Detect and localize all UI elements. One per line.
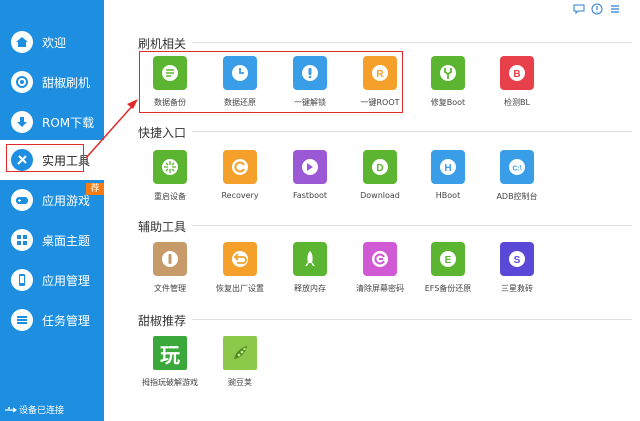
sidebar-item-flash[interactable]: 甜椒刷机 xyxy=(0,62,104,102)
svg-text:S: S xyxy=(514,255,521,266)
sidebar-item-rom-download[interactable]: ROM下载 xyxy=(0,102,104,142)
list-icon xyxy=(11,309,33,331)
divider xyxy=(192,42,632,43)
sidebar-item-label: 甜椒刷机 xyxy=(42,75,91,90)
rocket-icon xyxy=(293,242,327,276)
tool-label: ADB控制台 xyxy=(496,192,538,201)
tool-label: 豌豆荚 xyxy=(228,378,252,387)
tool-download-mode[interactable]: D Download xyxy=(345,150,415,210)
grid-icon xyxy=(11,229,33,251)
gamepad-icon xyxy=(11,189,33,211)
sidebar: 欢迎 甜椒刷机 ROM下载 实用工具 应用游戏 桌面主题 应用管理 任务管理 设… xyxy=(0,0,104,421)
divider xyxy=(192,319,632,320)
menu-icon[interactable] xyxy=(608,2,622,16)
usb-icon xyxy=(5,406,17,412)
svg-text:B: B xyxy=(513,69,520,80)
clear-password-icon xyxy=(363,242,397,276)
tool-label: 三星救砖 xyxy=(501,284,533,293)
bl-icon: B xyxy=(500,56,534,90)
section-title-shortcuts: 快捷入口 xyxy=(138,126,187,140)
annotation-frame-tools xyxy=(6,144,84,172)
pea-icon xyxy=(223,336,257,370)
annotation-highlight-box xyxy=(139,51,403,113)
wrench-icon xyxy=(431,56,465,90)
tool-label: 检测BL xyxy=(504,98,530,107)
tool-check-bl[interactable]: B 检测BL xyxy=(482,56,552,116)
tool-samsung-rescue[interactable]: S 三星救砖 xyxy=(482,242,552,302)
sidebar-item-label: 应用管理 xyxy=(42,273,91,288)
sidebar-item-label: 任务管理 xyxy=(42,313,91,328)
svg-text:E: E xyxy=(445,255,452,266)
samsung-icon: S xyxy=(500,242,534,276)
recovery-icon xyxy=(223,150,257,184)
sidebar-item-label: 欢迎 xyxy=(42,35,67,50)
section-title-recommend: 甜椒推荐 xyxy=(138,314,187,328)
sidebar-item-label: 桌面主题 xyxy=(42,233,91,248)
sidebar-item-label: ROM下载 xyxy=(42,115,95,130)
hboot-icon: H xyxy=(431,150,465,184)
connection-status: 设备已连接 xyxy=(5,403,64,416)
section-title-flash: 刷机相关 xyxy=(138,37,187,51)
tool-recovery[interactable]: Recovery xyxy=(205,150,275,210)
tool-wandoujia[interactable]: 豌豆荚 xyxy=(205,336,275,396)
wan-glyph: 玩 xyxy=(160,342,180,367)
divider xyxy=(192,131,632,132)
phone-icon xyxy=(11,269,33,291)
tool-restart[interactable]: 重启设备 xyxy=(135,150,205,210)
section-title-utilities: 辅助工具 xyxy=(138,220,187,234)
sidebar-item-app-manager[interactable]: 应用管理 xyxy=(0,260,104,300)
reset-icon xyxy=(223,242,257,276)
svg-text:D: D xyxy=(376,163,383,174)
fastboot-icon xyxy=(293,150,327,184)
tool-adb-console[interactable]: C:\ ADB控制台 xyxy=(482,150,552,210)
adb-icon: C:\ xyxy=(500,150,534,184)
sidebar-item-welcome[interactable]: 欢迎 xyxy=(0,22,104,62)
sidebar-item-label: 应用游戏 xyxy=(42,193,91,208)
sidebar-item-themes[interactable]: 桌面主题 xyxy=(0,220,104,260)
svg-text:H: H xyxy=(444,163,451,174)
wan-icon: 玩 xyxy=(153,336,187,370)
recommend-badge: 荐 xyxy=(86,183,104,195)
feedback-icon[interactable] xyxy=(572,2,586,16)
svg-text:C:\: C:\ xyxy=(512,166,521,173)
flash-icon xyxy=(11,71,33,93)
sidebar-item-task-manager[interactable]: 任务管理 xyxy=(0,300,104,340)
restart-icon xyxy=(153,150,187,184)
divider xyxy=(192,225,632,226)
home-icon xyxy=(11,31,33,53)
efs-icon: E xyxy=(431,242,465,276)
download-mode-icon: D xyxy=(363,150,397,184)
download-icon xyxy=(11,111,33,133)
help-icon[interactable] xyxy=(590,2,604,16)
tool-fastboot[interactable]: Fastboot xyxy=(275,150,345,210)
file-icon xyxy=(153,242,187,276)
connection-status-text: 设备已连接 xyxy=(19,406,65,416)
